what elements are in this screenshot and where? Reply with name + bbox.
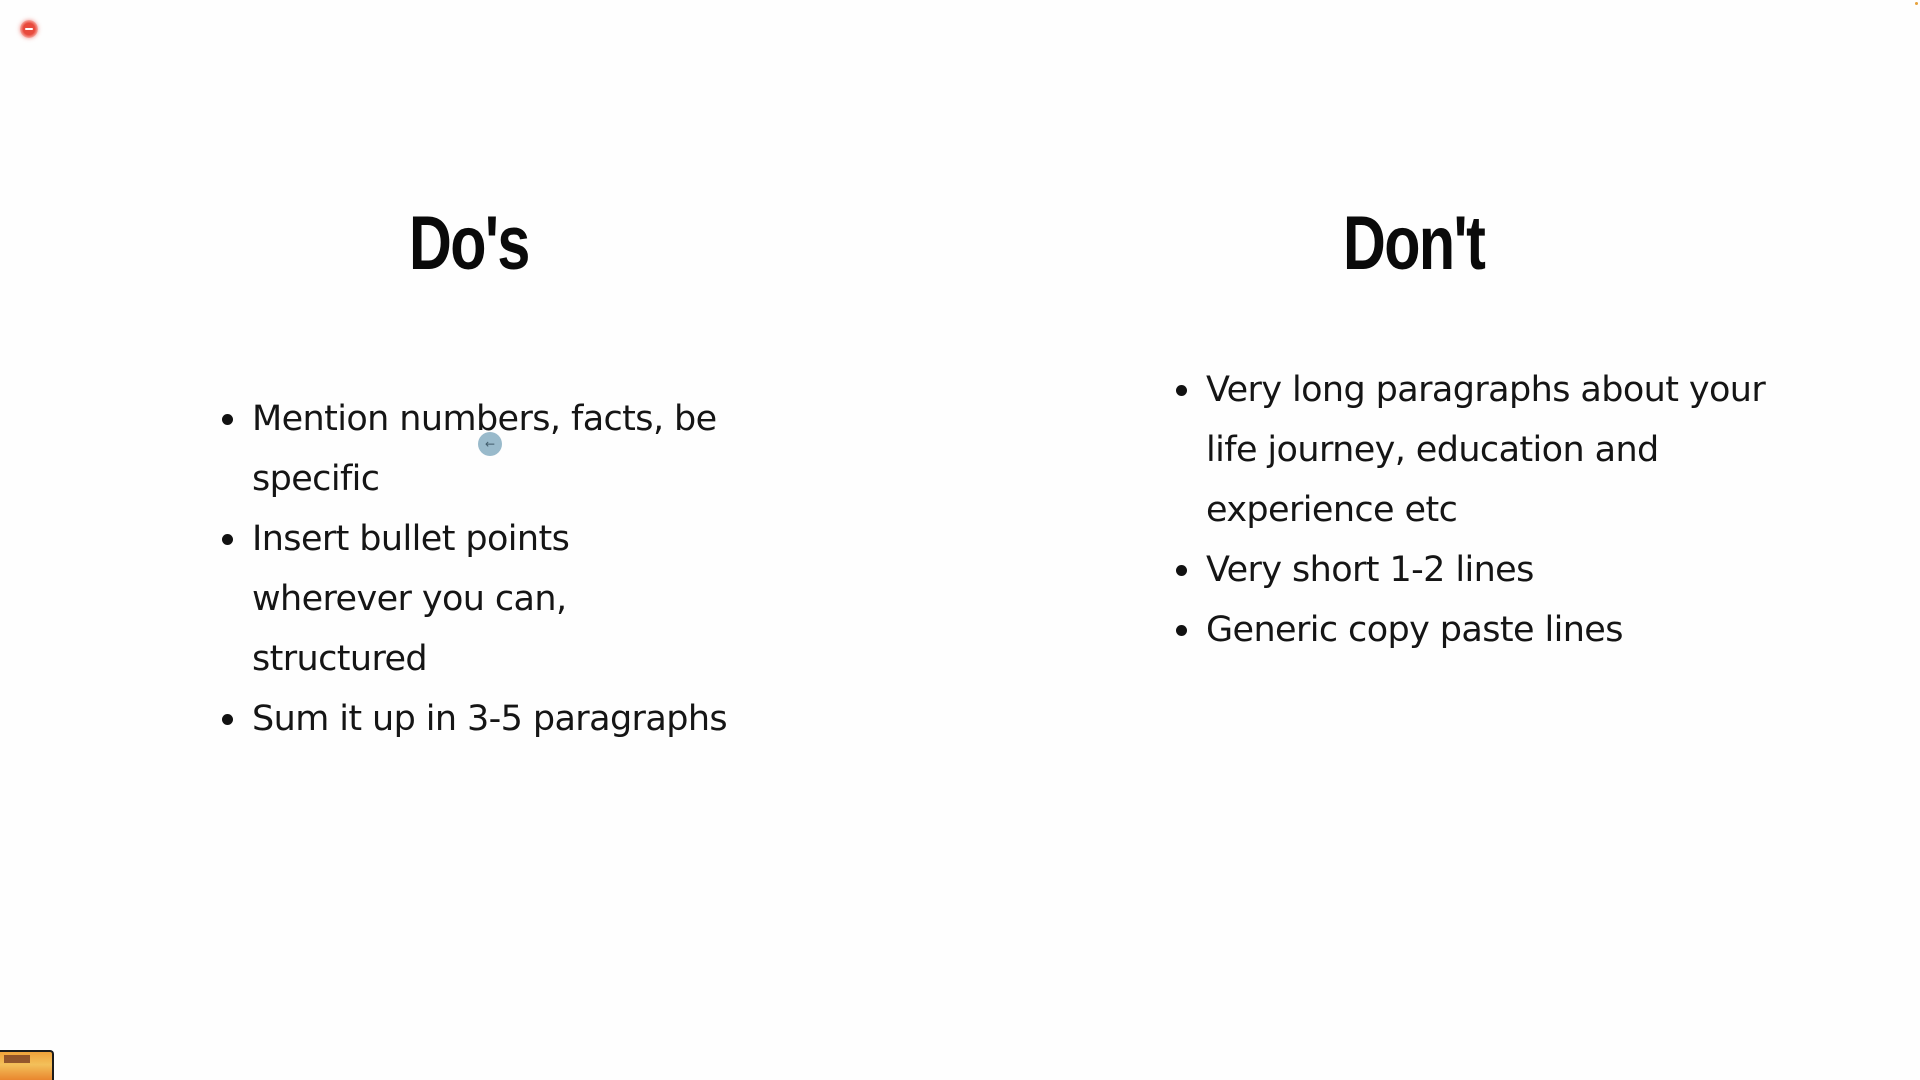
list-item: Very short 1-2 lines <box>1176 540 1836 600</box>
list-item-text: Mention numbers, facts, be specific <box>252 399 717 499</box>
corner-indicator-icon <box>1915 2 1918 5</box>
donts-list: Very long paragraphs about your life jou… <box>1176 360 1836 660</box>
record-stop-icon[interactable] <box>20 20 38 38</box>
list-item-text: Sum it up in 3-5 paragraphs <box>252 699 728 739</box>
webcam-thumbnail[interactable] <box>0 1050 54 1080</box>
dos-heading: Do's <box>409 201 530 286</box>
list-item: Mention numbers, facts, be specific <box>222 389 852 509</box>
cursor-arrow-icon: ← <box>484 437 496 451</box>
list-item: Very long paragraphs about your life jou… <box>1176 360 1836 540</box>
pointer-cursor-icon: ← <box>478 432 502 456</box>
list-item-text: Generic copy paste lines <box>1206 610 1623 650</box>
bullet-icon <box>1176 565 1187 576</box>
bullet-icon <box>1176 385 1187 396</box>
bullet-icon <box>222 714 233 725</box>
list-item: Generic copy paste lines <box>1176 600 1836 660</box>
list-item-text: Insert bullet points wherever you can, s… <box>252 519 570 679</box>
bullet-icon <box>222 534 233 545</box>
presentation-slide: Do's Mention numbers, facts, be specific… <box>0 0 1920 1080</box>
list-item-text: Very short 1-2 lines <box>1206 550 1534 590</box>
list-item: Sum it up in 3-5 paragraphs <box>222 689 852 749</box>
donts-heading: Don't <box>1343 201 1486 286</box>
bullet-icon <box>222 414 233 425</box>
bullet-icon <box>1176 625 1187 636</box>
list-item: Insert bullet points wherever you can, s… <box>222 509 852 689</box>
dos-list: Mention numbers, facts, be specific Inse… <box>222 389 852 749</box>
list-item-text: Very long paragraphs about your life jou… <box>1206 370 1766 530</box>
